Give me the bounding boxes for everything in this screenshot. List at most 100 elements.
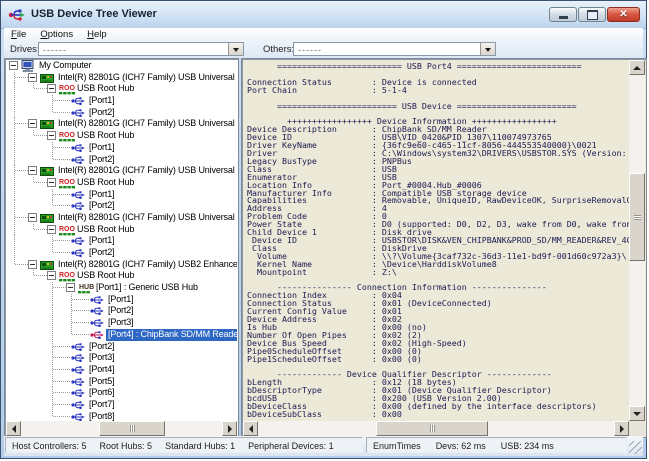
tree-item-label[interactable]: [Port7] xyxy=(87,399,116,411)
tree-horizontal-scrollbar[interactable] xyxy=(6,421,237,436)
maximize-button[interactable] xyxy=(578,7,606,22)
scrollbar-thumb[interactable] xyxy=(629,173,645,261)
tree-item[interactable]: ROOTUSB Root Hub xyxy=(6,177,237,189)
minimize-button[interactable] xyxy=(549,7,577,22)
tree-item-label[interactable]: [Port8] xyxy=(87,411,116,421)
tree-item-label[interactable]: [Port1] xyxy=(87,189,116,201)
tree-item[interactable]: [Port8] xyxy=(6,411,237,421)
tree-item-label[interactable]: Intel(R) 82801G (ICH7 Family) USB2 Enhan… xyxy=(56,259,237,271)
tree-item-label[interactable]: [Port2] xyxy=(87,200,116,212)
collapse-toggle[interactable] xyxy=(66,283,75,292)
tree-item[interactable]: [Port5] xyxy=(6,376,237,388)
scrollbar-track[interactable] xyxy=(629,75,645,406)
tree-item[interactable]: My Computer xyxy=(6,60,237,72)
tree-item-label[interactable]: USB Root Hub xyxy=(75,270,136,282)
tree-item-label[interactable]: [Port4] : ChipBank SD/MM Reader - Z:\ xyxy=(106,329,237,341)
tree-item-label[interactable]: Intel(R) 82801G (ICH7 Family) USB Univer… xyxy=(56,72,237,84)
collapse-toggle[interactable] xyxy=(9,61,18,70)
tree-item[interactable]: [Port3] xyxy=(6,317,237,329)
tree-item-label[interactable]: [Port2] xyxy=(87,107,116,119)
tree-item-label[interactable]: USB Root Hub xyxy=(75,130,136,142)
tree-item[interactable]: ROOTUSB Root Hub xyxy=(6,224,237,236)
tree-item-label[interactable]: My Computer xyxy=(37,60,93,72)
tree-item-label[interactable]: [Port1] : Generic USB Hub xyxy=(94,282,200,294)
tree-item-label[interactable]: [Port1] xyxy=(87,235,116,247)
tree-item-label[interactable]: Intel(R) 82801G (ICH7 Family) USB Univer… xyxy=(56,165,237,177)
collapse-toggle[interactable] xyxy=(28,166,37,175)
tree-item[interactable]: ROOTUSB Root Hub xyxy=(6,83,237,95)
tree-item-label[interactable]: [Port2] xyxy=(87,247,116,259)
tree-item[interactable]: Intel(R) 82801G (ICH7 Family) USB Univer… xyxy=(6,212,237,224)
menu-item-options[interactable]: Options xyxy=(33,28,80,41)
tree-item-label[interactable]: Intel(R) 82801G (ICH7 Family) USB Univer… xyxy=(56,212,237,224)
drives-dropdown-button[interactable] xyxy=(228,43,243,55)
tree-item[interactable]: [Port2] xyxy=(6,341,237,353)
scrollbar-track[interactable] xyxy=(21,421,222,436)
collapse-toggle[interactable] xyxy=(47,178,56,187)
scrollbar-thumb[interactable] xyxy=(376,421,488,436)
tree-item[interactable]: [Port4] xyxy=(6,364,237,376)
tree-item[interactable]: [Port2] xyxy=(6,154,237,166)
drives-combobox[interactable]: ------ xyxy=(38,42,244,56)
scroll-left-button[interactable] xyxy=(243,421,258,436)
tree-item[interactable]: [Port1] xyxy=(6,235,237,247)
scroll-down-button[interactable] xyxy=(629,406,645,421)
tree-item[interactable]: ROOTUSB Root Hub xyxy=(6,270,237,282)
close-button[interactable]: ✕ xyxy=(607,7,640,22)
collapse-toggle[interactable] xyxy=(47,84,56,93)
tree-item-label[interactable]: [Port6] xyxy=(87,387,116,399)
scroll-right-button[interactable] xyxy=(614,421,629,436)
scrollbar-thumb[interactable] xyxy=(99,421,165,436)
others-combobox[interactable]: ------ xyxy=(293,42,496,56)
tree-item[interactable]: [Port6] xyxy=(6,387,237,399)
scroll-left-button[interactable] xyxy=(6,421,21,436)
collapse-toggle[interactable] xyxy=(28,260,37,269)
tree-item[interactable]: [Port2] xyxy=(6,247,237,259)
tree-item[interactable]: Intel(R) 82801G (ICH7 Family) USB Univer… xyxy=(6,72,237,84)
details-horizontal-scrollbar[interactable] xyxy=(243,421,629,436)
collapse-toggle[interactable] xyxy=(28,213,37,222)
tree-item[interactable]: Intel(R) 82801G (ICH7 Family) USB Univer… xyxy=(6,118,237,130)
tree-item[interactable]: Intel(R) 82801G (ICH7 Family) USB Univer… xyxy=(6,165,237,177)
scrollbar-track[interactable] xyxy=(258,421,614,436)
tree-item-label[interactable]: [Port4] xyxy=(87,364,116,376)
collapse-toggle[interactable] xyxy=(28,119,37,128)
collapse-toggle[interactable] xyxy=(47,271,56,280)
scroll-up-button[interactable] xyxy=(629,60,645,75)
tree-item-label[interactable]: [Port5] xyxy=(87,376,116,388)
details-vertical-scrollbar[interactable] xyxy=(629,60,645,421)
tree-item[interactable]: [Port1] xyxy=(6,189,237,201)
tree-item-label[interactable]: USB Root Hub xyxy=(75,224,136,236)
resize-grip[interactable] xyxy=(629,441,642,454)
collapse-toggle[interactable] xyxy=(47,131,56,140)
menu-item-file[interactable]: File xyxy=(4,28,33,41)
tree-item-label[interactable]: USB Root Hub xyxy=(75,177,136,189)
tree-item-label[interactable]: USB Root Hub xyxy=(75,83,136,95)
tree-item-label[interactable]: [Port2] xyxy=(87,154,116,166)
collapse-toggle[interactable] xyxy=(47,225,56,234)
tree-item[interactable]: [Port4] : ChipBank SD/MM Reader - Z:\ xyxy=(6,329,237,341)
tree-item[interactable]: [Port1] xyxy=(6,142,237,154)
scroll-right-button[interactable] xyxy=(222,421,237,436)
tree-item-label[interactable]: [Port3] xyxy=(87,352,116,364)
tree-item[interactable]: Intel(R) 82801G (ICH7 Family) USB2 Enhan… xyxy=(6,259,237,271)
tree-item[interactable]: [Port2] xyxy=(6,107,237,119)
tree-item[interactable]: [Port1] xyxy=(6,294,237,306)
others-dropdown-button[interactable] xyxy=(480,43,495,55)
collapse-toggle[interactable] xyxy=(28,73,37,82)
tree-item-label[interactable]: [Port1] xyxy=(106,294,135,306)
tree-view[interactable]: My ComputerIntel(R) 82801G (ICH7 Family)… xyxy=(6,60,237,421)
tree-item-label[interactable]: [Port1] xyxy=(87,142,116,154)
tree-item[interactable]: HUB[Port1] : Generic USB Hub xyxy=(6,282,237,294)
tree-item[interactable]: [Port7] xyxy=(6,399,237,411)
tree-item-label[interactable]: [Port2] xyxy=(87,341,116,353)
tree-item-label[interactable]: [Port2] xyxy=(106,305,135,317)
tree-item-label[interactable]: [Port1] xyxy=(87,95,116,107)
tree-item[interactable]: [Port1] xyxy=(6,95,237,107)
tree-item[interactable]: [Port2] xyxy=(6,305,237,317)
tree-item[interactable]: [Port2] xyxy=(6,200,237,212)
tree-item-label[interactable]: [Port3] xyxy=(106,317,135,329)
tree-item-label[interactable]: Intel(R) 82801G (ICH7 Family) USB Univer… xyxy=(56,118,237,130)
menu-item-help[interactable]: Help xyxy=(80,28,114,41)
tree-item[interactable]: ROOTUSB Root Hub xyxy=(6,130,237,142)
